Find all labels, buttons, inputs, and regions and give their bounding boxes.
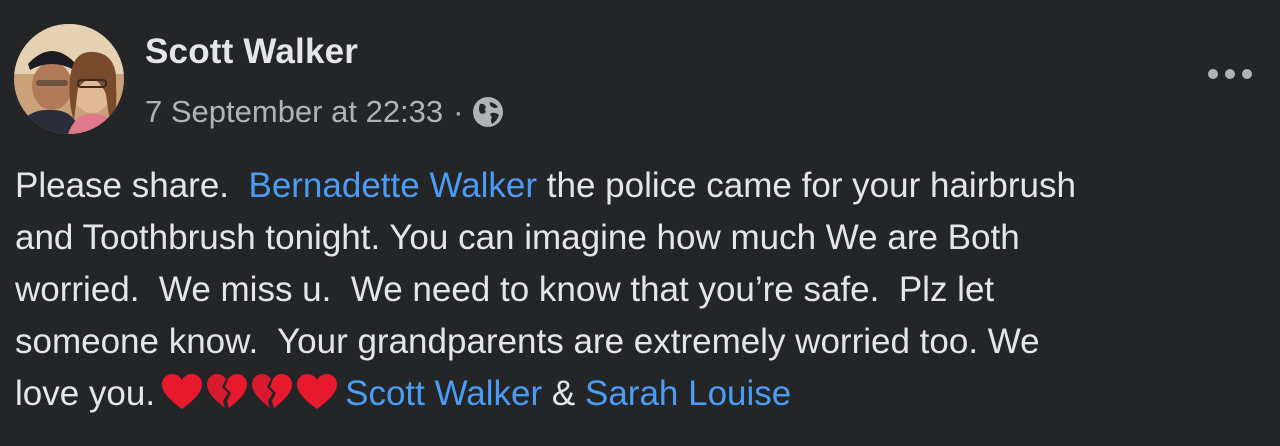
post-text-segment: love you.	[15, 374, 156, 413]
post-line: worried. We miss u. We need to know that…	[15, 270, 995, 309]
post-line: and Toothbrush tonight. You can imagine …	[15, 218, 1020, 257]
post-line: someone know. Your grandparents are extr…	[15, 322, 1040, 361]
globe-icon[interactable]	[471, 95, 505, 129]
more-options-button[interactable]	[1200, 56, 1260, 92]
red-heart-icon	[162, 374, 203, 409]
emoji-group	[161, 373, 341, 411]
red-heart-icon	[297, 374, 338, 409]
mention-link[interactable]: Scott Walker	[345, 374, 542, 413]
post-text-segment: the police came for your hairbrush	[537, 166, 1076, 205]
post-timestamp[interactable]: 7 September at 22:33	[145, 94, 443, 130]
post-line: love you. Scott Walker & Sarah Louise	[15, 368, 1265, 420]
mention-link[interactable]: Bernadette Walker	[248, 166, 537, 205]
post-body: Please share. Bernadette Walker the poli…	[15, 160, 1265, 420]
avatar-photo	[14, 24, 124, 134]
post-text-segment: Please share.	[15, 166, 249, 205]
more-options-icon	[1208, 69, 1252, 79]
meta-separator: ·	[453, 94, 464, 129]
author-avatar[interactable]	[14, 24, 124, 134]
post-meta: 7 September at 22:33 ·	[145, 94, 505, 130]
mention-link[interactable]: Sarah Louise	[585, 374, 791, 413]
post-line: Please share. Bernadette Walker the poli…	[15, 160, 1265, 212]
author-name[interactable]: Scott Walker	[145, 32, 358, 72]
broken-heart-icon	[252, 374, 293, 408]
broken-heart-icon	[207, 374, 248, 408]
post-text-segment: &	[542, 374, 585, 413]
facebook-post: Scott Walker 7 September at 22:33 · Plea…	[0, 0, 1280, 446]
